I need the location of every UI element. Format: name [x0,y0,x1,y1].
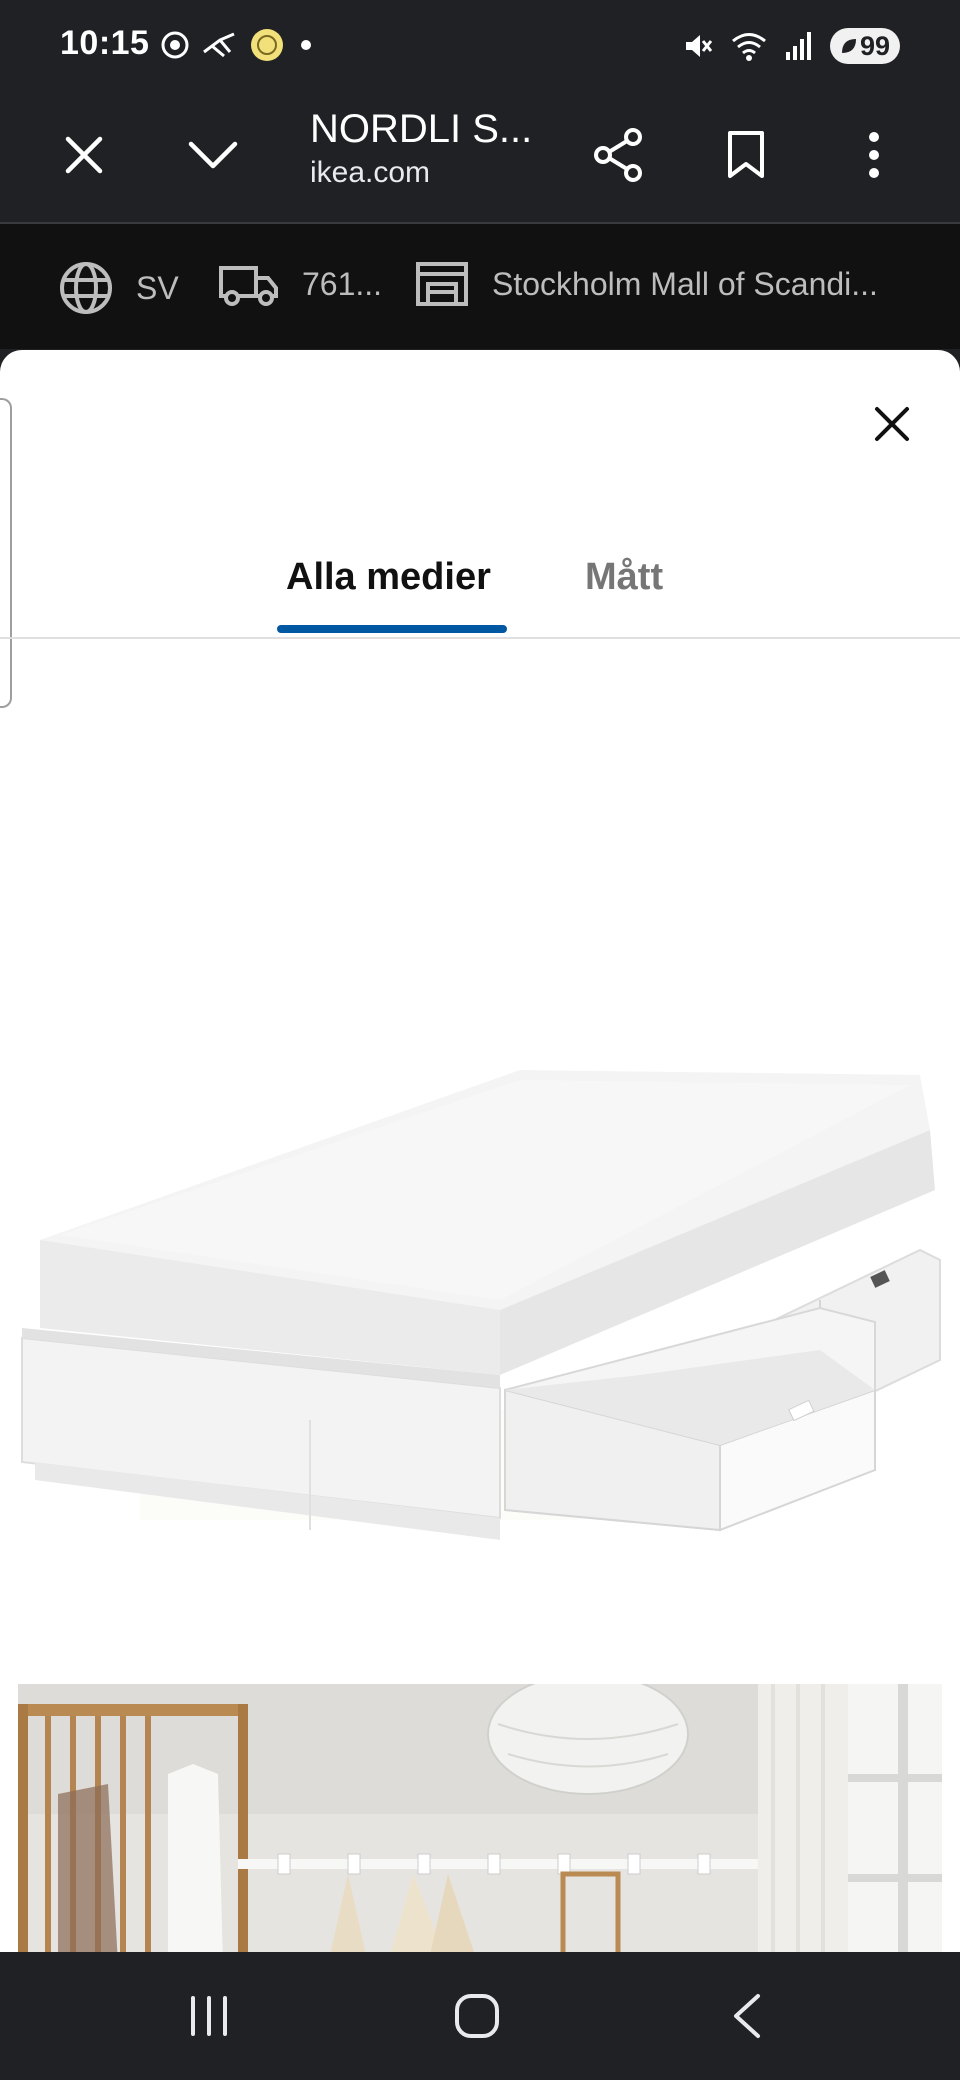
store-selector[interactable]: Stockholm Mall of Scandi... [414,260,878,308]
system-nav-bar [0,1952,960,2080]
more-options-button[interactable] [834,115,914,195]
tabs-divider [0,637,960,639]
language-label: SV [136,269,179,306]
home-icon [455,1994,499,2038]
tab-dimensions[interactable]: Mått [585,556,663,599]
close-tab-button[interactable] [44,115,124,195]
battery-level: 99 [859,30,890,61]
bookmark-icon [728,131,764,178]
active-tab-indicator [277,625,507,633]
close-gallery-button[interactable] [862,394,922,454]
media-tabs: Alla medier Mått [0,520,960,640]
minimize-button[interactable] [173,115,253,195]
signal-icon [785,32,811,60]
share-icon [594,128,642,182]
page-title: NORDLI S... [310,107,533,151]
truck-icon [219,266,278,306]
room-scene-graphic [18,1684,942,1952]
store-icon [416,262,468,306]
dot-icon [301,40,311,50]
close-icon [65,136,103,174]
chevron-down-icon [188,141,238,169]
bookmark-button[interactable] [706,115,786,195]
store-label: Stockholm Mall of Scandi... [492,265,878,302]
page-title-block[interactable]: NORDLI S... ikea.com [310,103,532,191]
messaging-icon [203,32,235,58]
home-button[interactable] [432,1986,522,2046]
tab-all-media[interactable]: Alla medier [286,556,491,599]
locale-bar: SV 761... Stockholm Mall of Scandi... [0,224,960,349]
globe-icon [60,262,112,314]
media-gallery-sheet: Alla medier Mått [0,350,960,1952]
chrome-icon [161,31,189,59]
language-selector[interactable]: SV [58,260,179,316]
product-image-bed[interactable] [0,830,960,1830]
share-button[interactable] [578,115,658,195]
product-image-room[interactable] [18,1684,942,1952]
status-time: 10:15 [60,24,150,62]
battery-indicator: 99 [829,28,900,64]
recent-apps-icon [191,1996,227,2036]
recent-apps-button[interactable] [164,1986,254,2046]
mute-icon [685,35,713,57]
back-button[interactable] [702,1986,792,2046]
more-vert-icon [869,132,879,178]
battery-saver-icon [841,39,856,53]
browser-header: NORDLI S... ikea.com [0,95,960,224]
wifi-icon [732,33,766,61]
notification-app-icon [251,29,283,61]
page-url: ikea.com [310,156,431,189]
close-icon [875,407,909,441]
postcode-selector[interactable]: 761... [218,260,382,308]
postcode-label: 761... [302,265,383,302]
back-icon [734,1994,760,2038]
status-bar: 10:15 99 [0,0,960,95]
